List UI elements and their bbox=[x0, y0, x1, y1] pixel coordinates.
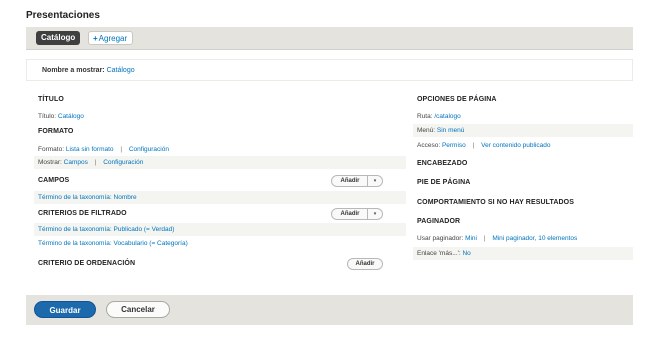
display-name-row: Nombre a mostrar: Catálogo bbox=[26, 59, 633, 81]
filter-item: Término de la taxonomía: Publicado (= Ve… bbox=[34, 223, 406, 236]
separator: | bbox=[94, 159, 97, 166]
no-results-section-heading[interactable]: Comportamiento si no hay resultados bbox=[417, 199, 574, 206]
page-options-heading: Opciones de página bbox=[417, 96, 497, 103]
access-link[interactable]: Permiso bbox=[442, 142, 466, 149]
title-section-heading: Título bbox=[38, 96, 64, 103]
add-display-label: Agregar bbox=[98, 34, 128, 43]
footer-section-heading[interactable]: Pie de página bbox=[417, 179, 470, 186]
add-field-button[interactable]: Añadir bbox=[332, 176, 368, 186]
access-row: Acceso: Permiso | Ver contenido publicad… bbox=[413, 139, 633, 152]
access-label: Acceso: bbox=[417, 142, 441, 149]
add-sort-button[interactable]: Añadir bbox=[347, 258, 383, 270]
field-link[interactable]: Término de la taxonomía: Nombre bbox=[38, 194, 137, 201]
menu-row: Menú: Sin menú bbox=[413, 124, 633, 137]
separator: | bbox=[120, 146, 123, 153]
filter-link[interactable]: Término de la taxonomía: Vocabulario (= … bbox=[38, 240, 188, 247]
pager-row: Usar paginador: Mini | Mini paginador, 1… bbox=[413, 232, 633, 245]
display-name-label: Nombre a mostrar: bbox=[42, 67, 105, 74]
format-section-heading: Formato bbox=[38, 128, 74, 135]
add-display-button[interactable]: +Agregar bbox=[88, 31, 134, 45]
display-name-link[interactable]: Catálogo bbox=[107, 67, 135, 74]
separator: | bbox=[472, 142, 475, 149]
show-label: Mostrar: bbox=[38, 159, 62, 166]
access-permission-link[interactable]: Ver contenido publicado bbox=[481, 142, 550, 149]
chevron-down-icon[interactable]: ▾ bbox=[367, 176, 382, 186]
cancel-button[interactable]: Cancelar bbox=[106, 301, 170, 318]
format-label: Formato: bbox=[38, 146, 65, 153]
filter-link[interactable]: Término de la taxonomía: Publicado (= Ve… bbox=[38, 226, 174, 233]
add-filter-dropbutton[interactable]: Añadir ▾ bbox=[331, 208, 383, 220]
more-link-row: Enlace 'más...': No bbox=[413, 247, 633, 260]
pager-options-link[interactable]: Mini paginador, 10 elementos bbox=[492, 235, 577, 242]
header-section-heading[interactable]: Encabezado bbox=[417, 160, 467, 167]
add-field-dropbutton[interactable]: Añadir ▾ bbox=[331, 175, 383, 187]
menu-link[interactable]: Sin menú bbox=[437, 127, 464, 134]
format-config-link[interactable]: Configuración bbox=[129, 146, 169, 153]
sort-section-heading: Criterio de ordenación bbox=[38, 260, 136, 267]
more-link-label: Enlace 'más...': bbox=[417, 250, 461, 257]
page-title: Presentaciones bbox=[26, 10, 100, 21]
plus-icon: + bbox=[93, 34, 98, 43]
field-item: Término de la taxonomía: Nombre bbox=[34, 191, 406, 204]
title-label: Título: bbox=[38, 113, 57, 120]
filters-section-heading: Criterios de filtrado bbox=[38, 210, 127, 217]
view-settings-panel: Título Título: Catálogo Formato Formato:… bbox=[26, 84, 633, 291]
form-actions-bar: Guardar Cancelar bbox=[26, 295, 633, 325]
pager-label: Usar paginador: bbox=[417, 235, 464, 242]
path-label: Ruta: bbox=[417, 113, 433, 120]
save-button[interactable]: Guardar bbox=[34, 301, 96, 318]
show-config-link[interactable]: Configuración bbox=[103, 159, 143, 166]
path-link[interactable]: /catalogo bbox=[434, 113, 460, 120]
more-link-value[interactable]: No bbox=[462, 250, 470, 257]
filter-item: Término de la taxonomía: Vocabulario (= … bbox=[34, 237, 406, 250]
menu-label: Menú: bbox=[417, 127, 436, 134]
format-link[interactable]: Lista sin formato bbox=[66, 146, 114, 153]
separator: | bbox=[483, 235, 486, 242]
chevron-down-icon[interactable]: ▾ bbox=[367, 209, 382, 219]
title-row: Título: Catálogo bbox=[34, 110, 406, 123]
fields-section-heading: Campos bbox=[38, 177, 70, 184]
tab-catalog[interactable]: Catálogo bbox=[36, 31, 81, 45]
displays-tab-bar: Catálogo +Agregar bbox=[26, 27, 633, 50]
title-link[interactable]: Catálogo bbox=[58, 113, 84, 120]
show-link[interactable]: Campos bbox=[64, 159, 88, 166]
display-name: Nombre a mostrar: Catálogo bbox=[42, 67, 135, 74]
path-row: Ruta: /catalogo bbox=[413, 110, 633, 123]
show-row: Mostrar: Campos | Configuración bbox=[34, 156, 406, 169]
pager-section-heading: Paginador bbox=[417, 218, 461, 225]
add-filter-button[interactable]: Añadir bbox=[332, 209, 368, 219]
pager-link[interactable]: Mini bbox=[465, 235, 477, 242]
format-row: Formato: Lista sin formato | Configuraci… bbox=[34, 143, 406, 156]
